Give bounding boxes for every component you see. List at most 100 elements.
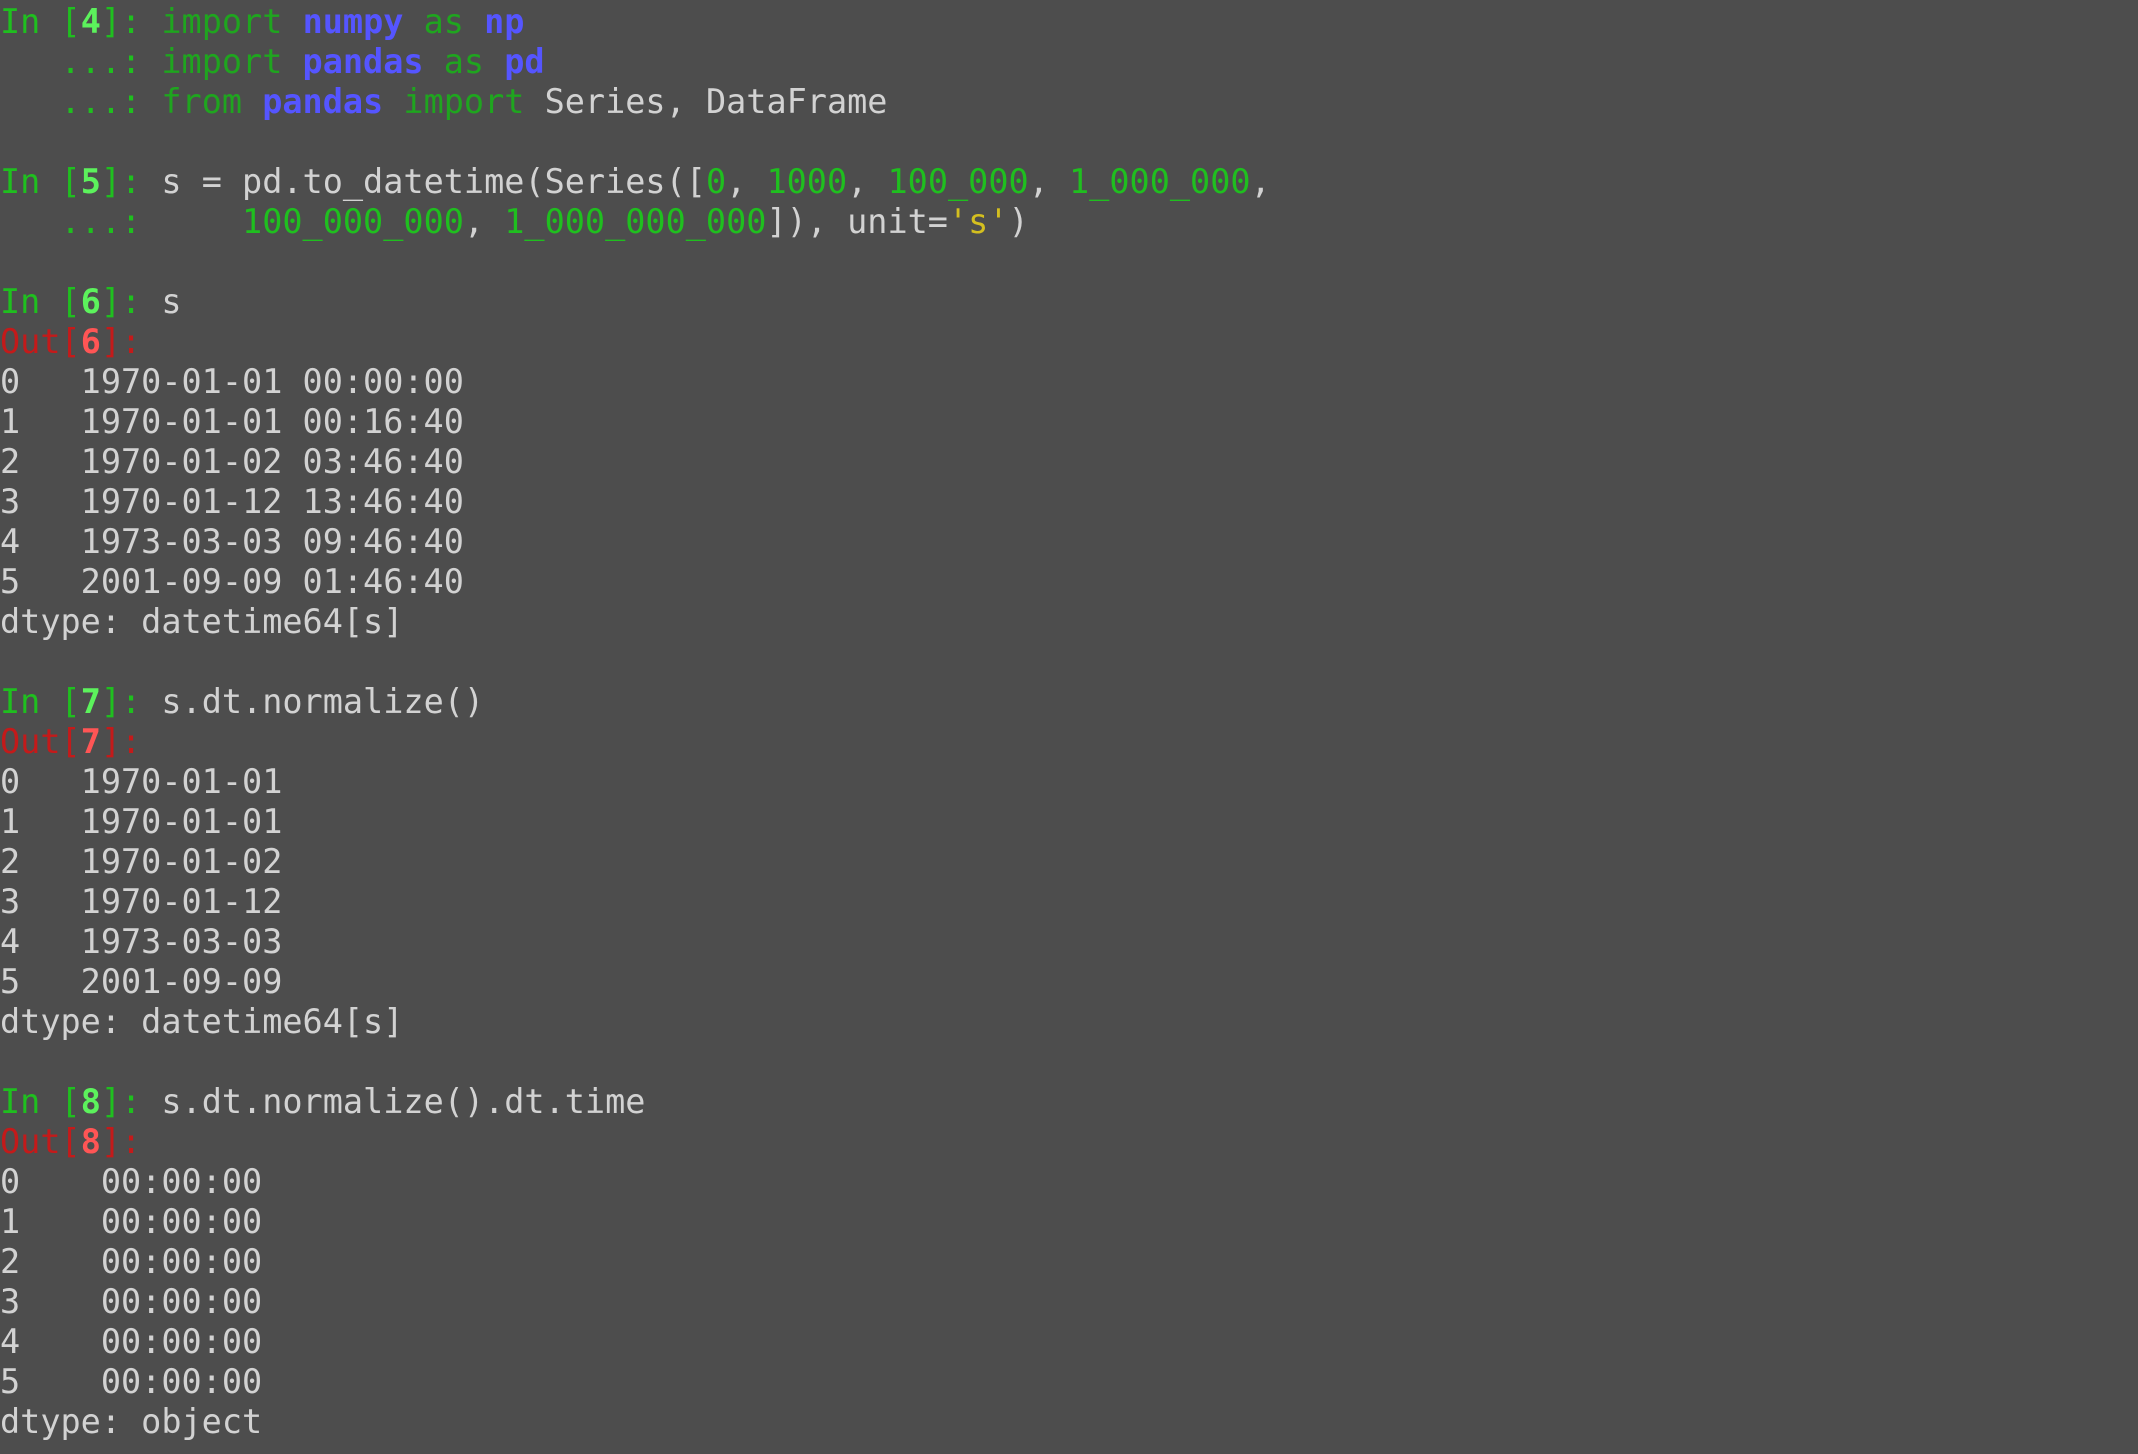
terminal-line: 0 1970-01-01 (0, 762, 2138, 802)
code-text: 5 2001-09-09 01:46:40 (0, 562, 464, 601)
code-number-literal: 0 (705, 162, 727, 201)
input-prompt: In [ (0, 1082, 81, 1121)
code-text: dtype: datetime64[s] (0, 602, 404, 641)
terminal-line: 5 2001-09-09 01:46:40 (0, 562, 2138, 602)
terminal-line: ...: import pandas as pd (0, 42, 2138, 82)
terminal-line: Out[8]: (0, 1122, 2138, 1162)
code-keyword: import (161, 2, 283, 41)
code-text: 5 2001-09-09 (0, 962, 283, 1001)
code-text: , (1028, 162, 1070, 201)
input-prompt: ]: (100, 2, 162, 41)
terminal-line: 0 1970-01-01 00:00:00 (0, 362, 2138, 402)
code-text: 2 1970-01-02 03:46:40 (0, 442, 464, 481)
terminal-line: 5 2001-09-09 (0, 962, 2138, 1002)
terminal-line: 3 1970-01-12 13:46:40 (0, 482, 2138, 522)
terminal-line: 0 00:00:00 (0, 1162, 2138, 1202)
code-text: 3 1970-01-12 (0, 882, 283, 921)
input-prompt-number: 6 (80, 282, 101, 321)
terminal-line: In [7]: s.dt.normalize() (0, 682, 2138, 722)
code-text: 0 1970-01-01 00:00:00 (0, 362, 464, 401)
terminal-line: In [6]: s (0, 282, 2138, 322)
terminal-line: 1 1970-01-01 00:16:40 (0, 402, 2138, 442)
terminal-line: ...: 100_000_000, 1_000_000_000]), unit=… (0, 202, 2138, 242)
code-text: s.dt.normalize().dt.time (161, 1082, 646, 1121)
output-prompt-number: 6 (80, 322, 101, 361)
input-prompt: ...: (0, 202, 162, 241)
terminal-line: 4 1973-03-03 (0, 922, 2138, 962)
code-module-name: pandas (302, 42, 424, 81)
terminal-line: 3 1970-01-12 (0, 882, 2138, 922)
code-text: dtype: datetime64[s] (0, 1002, 404, 1041)
code-number-literal: 1_000_000_000 (504, 202, 767, 241)
input-prompt: In [ (0, 282, 81, 321)
output-prompt: Out[ (0, 722, 81, 761)
code-module-name: pandas (262, 82, 384, 121)
code-keyword: from (161, 82, 243, 121)
terminal-output[interactable]: In [4]: import numpy as np ...: import p… (0, 0, 2138, 1454)
terminal-line: ...: from pandas import Series, DataFram… (0, 82, 2138, 122)
input-prompt: In [ (0, 682, 81, 721)
output-prompt: ]: (100, 322, 142, 361)
terminal-line: 2 00:00:00 (0, 1242, 2138, 1282)
terminal-line: Out[6]: (0, 322, 2138, 362)
input-prompt: ...: (0, 42, 162, 81)
input-prompt-number: 7 (80, 682, 101, 721)
output-prompt: Out[ (0, 1122, 81, 1161)
input-prompt-number: 8 (80, 1082, 101, 1121)
output-prompt: Out[ (0, 322, 81, 361)
code-text: , (847, 162, 888, 201)
code-text: 4 1973-03-03 09:46:40 (0, 522, 464, 561)
code-text: , (1250, 162, 1271, 201)
terminal-line: Out[7]: (0, 722, 2138, 762)
terminal-line: 5 00:00:00 (0, 1362, 2138, 1402)
code-number-literal: 100_000_000 (242, 202, 464, 241)
input-prompt: ]: (100, 1082, 162, 1121)
code-text: 1 1970-01-01 00:16:40 (0, 402, 464, 441)
terminal-line: In [8]: s.dt.normalize().dt.time (0, 1082, 2138, 1122)
code-text: Series, DataFrame (524, 82, 888, 121)
code-module-name: numpy (302, 2, 404, 41)
code-keyword: import (403, 82, 525, 121)
terminal-line: In [4]: import numpy as np (0, 2, 2138, 42)
code-keyword: import (161, 42, 283, 81)
code-keyword: as (443, 42, 485, 81)
input-prompt: ]: (100, 682, 162, 721)
terminal-line: dtype: datetime64[s] (0, 602, 2138, 642)
input-prompt-number: 5 (80, 162, 101, 201)
code-number-literal: 100_000 (887, 162, 1029, 201)
code-text: dtype: object (0, 1402, 263, 1441)
code-text: s.dt.normalize() (161, 682, 485, 721)
output-prompt-number: 7 (80, 722, 101, 761)
code-number-literal: 1_000_000 (1069, 162, 1251, 201)
input-prompt: ]: (100, 282, 162, 321)
input-prompt: ]: (100, 162, 162, 201)
code-string-literal: 's' (947, 202, 1009, 241)
terminal-line: 3 00:00:00 (0, 1282, 2138, 1322)
code-text: ]), unit= (766, 202, 948, 241)
code-module-name: pd (504, 42, 545, 81)
terminal-line: In [5]: s = pd.to_datetime(Series([0, 10… (0, 162, 2138, 202)
terminal-line: 1 1970-01-01 (0, 802, 2138, 842)
input-prompt-number: 4 (80, 2, 101, 41)
terminal-line: 1 00:00:00 (0, 1202, 2138, 1242)
code-text: 2 00:00:00 (0, 1242, 263, 1281)
code-text: s (161, 282, 182, 321)
code-text: 3 00:00:00 (0, 1282, 263, 1321)
code-text: 4 1973-03-03 (0, 922, 283, 961)
input-prompt: ...: (0, 82, 162, 121)
code-text: ) (1008, 202, 1029, 241)
code-text: 1 1970-01-01 (0, 802, 283, 841)
terminal-line: 2 1970-01-02 (0, 842, 2138, 882)
code-text: , (463, 202, 505, 241)
code-text: 0 1970-01-01 (0, 762, 283, 801)
